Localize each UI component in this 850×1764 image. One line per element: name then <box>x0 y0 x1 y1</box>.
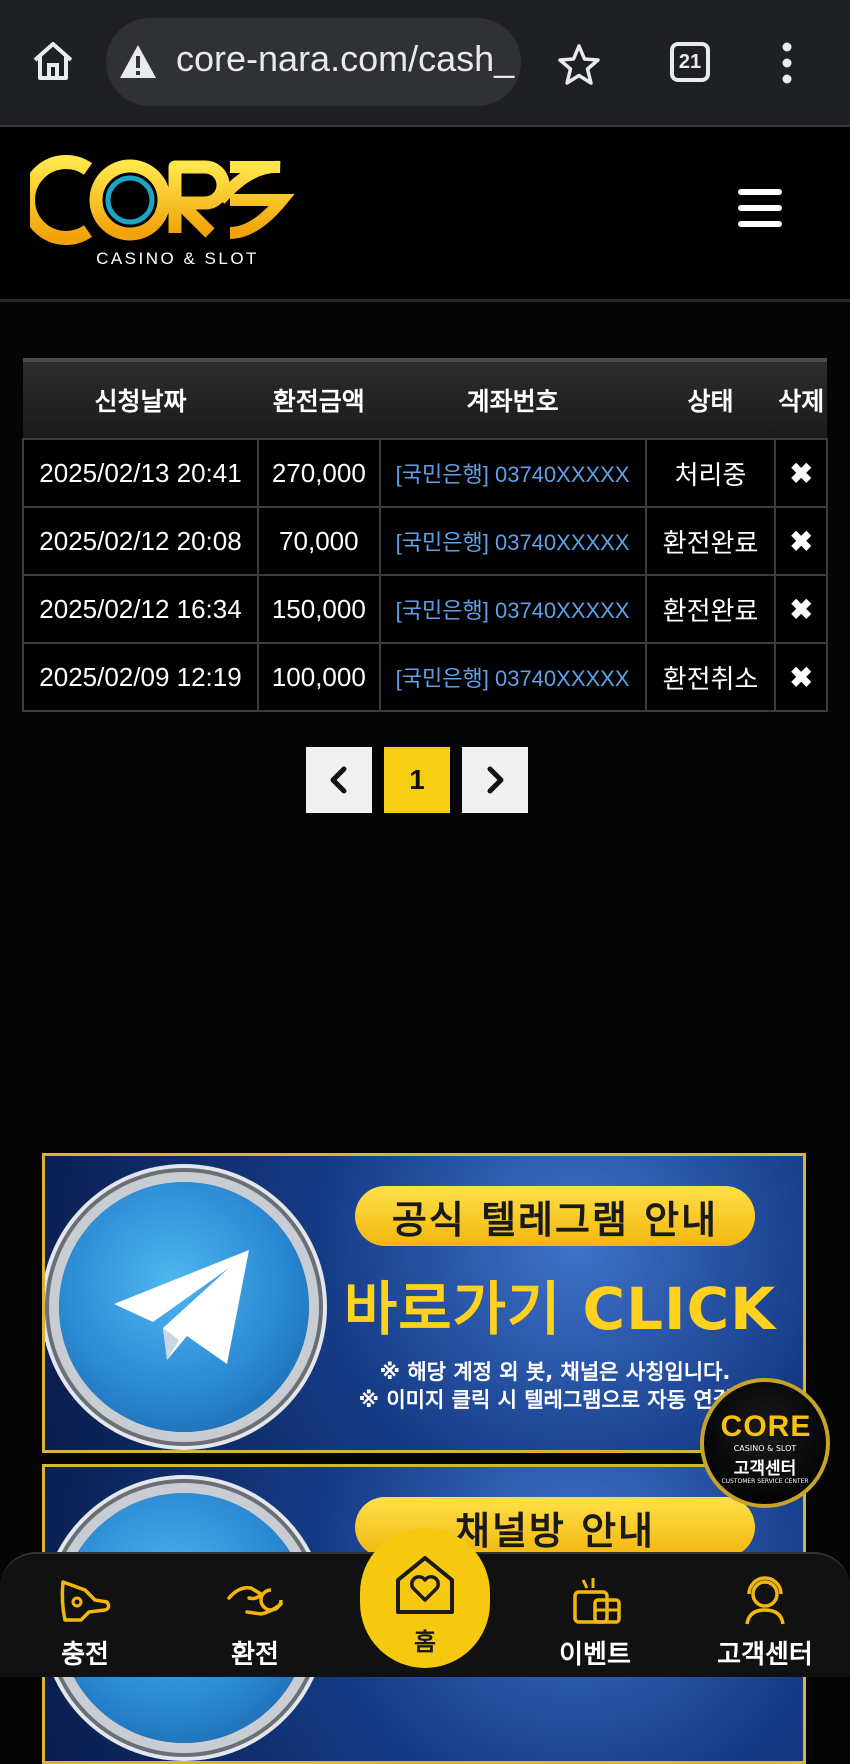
cs-logo-sub: CASINO & SLOT <box>733 1444 797 1453</box>
cell-amount: 270,000 <box>257 438 381 508</box>
cell-account: [국민은행] 03740XXXXX <box>378 438 647 508</box>
cs-label: 고객센터 <box>733 1459 797 1479</box>
exchange-icon <box>227 1585 283 1616</box>
hamburger-menu-button[interactable] <box>738 189 782 229</box>
delete-icon[interactable]: ✖ <box>789 661 812 694</box>
nav-support-label: 고객센터 <box>717 1640 813 1670</box>
cell-status: 환전완료 <box>644 506 777 576</box>
nav-home-label: 홈 <box>413 1628 437 1656</box>
bookmark-star-icon[interactable] <box>556 42 602 88</box>
telegram-banner[interactable]: 공식 텔레그램 안내 바로가기 CLICK ※ 해당 계정 외 봇, 채널은 사… <box>42 1153 806 1453</box>
header-amount: 환전금액 <box>258 358 380 439</box>
cell-delete: ✖ <box>774 574 828 644</box>
cell-date: 2025/02/12 20:08 <box>22 506 259 576</box>
cell-delete: ✖ <box>774 642 828 712</box>
table-row: 2025/02/12 16:34 150,000 [국민은행] 03740XXX… <box>22 574 828 644</box>
banner-title: 공식 텔레그램 안내 <box>355 1186 755 1246</box>
nav-event-label: 이벤트 <box>559 1640 631 1670</box>
customer-center-float-button[interactable]: CORE CASINO & SLOT 고객센터 CUSTOMER SERVICE… <box>700 1378 830 1508</box>
banner-note-1: ※ 해당 계정 외 봇, 채널은 사칭입니다. <box>379 1360 731 1384</box>
gift-icon <box>573 1578 621 1624</box>
core-logo-graphic <box>21 155 295 245</box>
browser-toolbar: core-nara.com/cash_ 21 <box>0 0 850 127</box>
chevron-left-icon <box>330 766 347 794</box>
cs-label-en: CUSTOMER SERVICE CENTER <box>721 1478 809 1485</box>
cell-account: [국민은행] 03740XXXXX <box>378 574 647 644</box>
address-bar[interactable]: core-nara.com/cash_ <box>106 18 521 106</box>
prev-page-button[interactable] <box>306 747 372 813</box>
cell-account: [국민은행] 03740XXXXX <box>378 506 647 576</box>
headset-icon <box>745 1576 785 1625</box>
header-date: 신청날짜 <box>23 358 258 439</box>
cell-amount: 100,000 <box>257 642 381 712</box>
url-text: core-nara.com/cash_ <box>176 38 515 79</box>
table-row: 2025/02/13 20:41 270,000 [국민은행] 03740XXX… <box>22 438 828 508</box>
cell-status: 환전완료 <box>644 574 777 644</box>
charge-icon <box>60 1580 111 1622</box>
nav-exchange[interactable]: 환전 <box>190 1572 320 1677</box>
delete-icon[interactable]: ✖ <box>789 593 812 626</box>
header-status: 상태 <box>645 358 776 439</box>
cs-logo: CORE <box>720 1410 812 1443</box>
cell-amount: 150,000 <box>257 574 381 644</box>
header-account: 계좌번호 <box>379 358 646 439</box>
nav-charge-label: 충전 <box>61 1640 109 1670</box>
delete-icon[interactable]: ✖ <box>789 457 812 490</box>
core-logo[interactable]: CASINO & SLOT <box>21 155 310 275</box>
cell-status: 환전취소 <box>644 642 777 712</box>
tab-switcher-button[interactable]: 21 <box>670 42 710 82</box>
cell-date: 2025/02/13 20:41 <box>22 438 259 508</box>
warning-icon[interactable] <box>118 42 158 82</box>
table-row: 2025/02/12 20:08 70,000 [국민은행] 03740XXXX… <box>22 506 828 576</box>
nav-exchange-label: 환전 <box>231 1640 279 1670</box>
cell-date: 2025/02/09 12:19 <box>22 642 259 712</box>
header-delete: 삭제 <box>775 358 827 439</box>
nav-support[interactable]: 고객센터 <box>700 1572 830 1677</box>
nav-event[interactable]: 이벤트 <box>530 1572 660 1677</box>
cell-account: [국민은행] 03740XXXXX <box>378 642 647 712</box>
cell-date: 2025/02/12 16:34 <box>22 574 259 644</box>
home-icon[interactable] <box>30 38 76 84</box>
table-header-row: 신청날짜 환전금액 계좌번호 상태 삭제 <box>23 358 827 439</box>
cell-amount: 70,000 <box>257 506 381 576</box>
home-heart-icon <box>396 1556 454 1614</box>
nav-charge[interactable]: 충전 <box>20 1572 150 1677</box>
cell-delete: ✖ <box>774 438 828 508</box>
cell-delete: ✖ <box>774 506 828 576</box>
cell-status: 처리중 <box>644 438 777 508</box>
chevron-right-icon <box>487 766 504 794</box>
exchange-history-table: 신청날짜 환전금액 계좌번호 상태 삭제 2025/02/13 20:41 27… <box>22 358 828 712</box>
delete-icon[interactable]: ✖ <box>789 525 812 558</box>
logo-subtitle: CASINO & SLOT <box>96 249 259 268</box>
table-row: 2025/02/09 12:19 100,000 [국민은행] 03740XXX… <box>22 642 828 712</box>
page-1-button[interactable]: 1 <box>384 747 450 813</box>
telegram-plane-icon <box>114 1250 249 1364</box>
nav-home-button[interactable]: 홈 <box>360 1528 490 1668</box>
pagination: 1 <box>306 747 528 813</box>
banner-cta: 바로가기 CLICK <box>343 1275 777 1343</box>
next-page-button[interactable] <box>462 747 528 813</box>
site-header: CASINO & SLOT <box>0 127 850 302</box>
more-options-icon[interactable] <box>778 40 796 86</box>
telegram-logo <box>59 1182 309 1432</box>
